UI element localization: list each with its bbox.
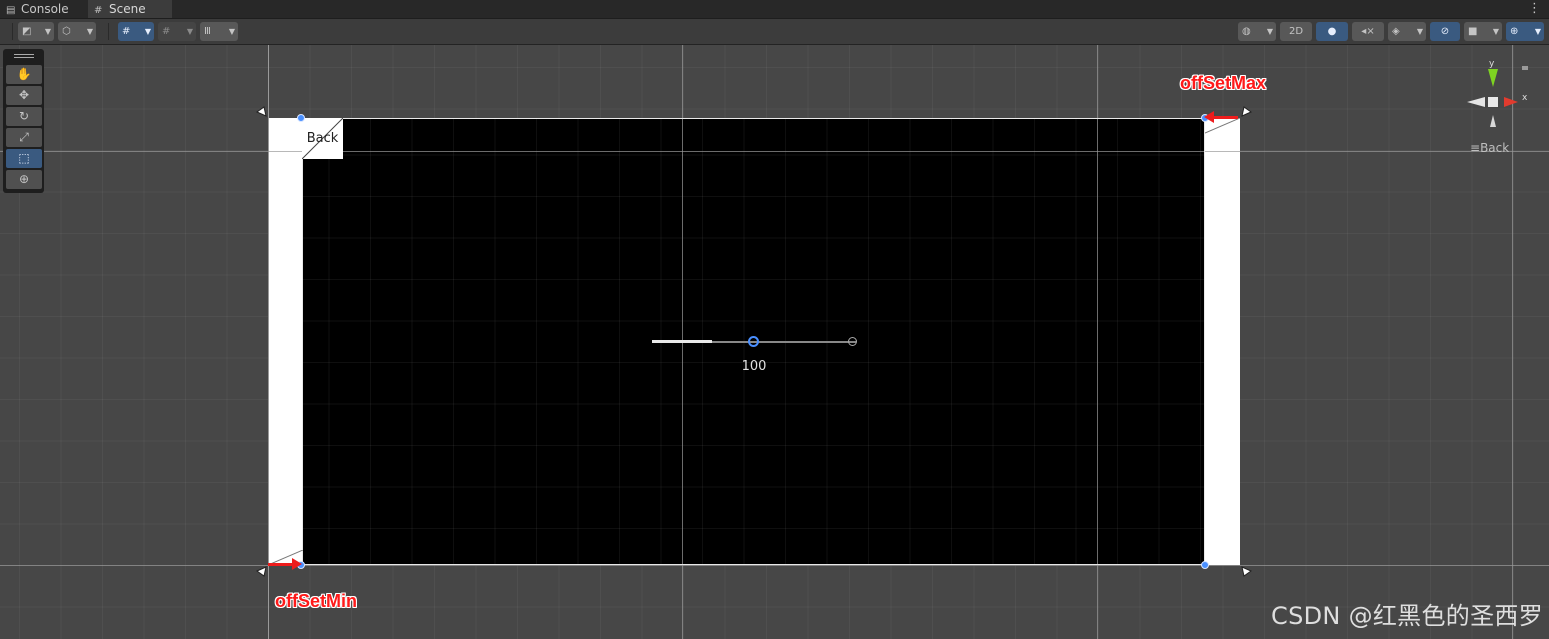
scene-visibility-button[interactable]: ⬡ ▼ [58, 22, 96, 41]
rotate-tool[interactable]: ↻ [6, 107, 42, 126]
rect-transform-icon: ⬚ [18, 151, 30, 165]
tab-console[interactable]: ▤ Console [0, 0, 88, 18]
window-tab-bar: ▤ Console # Scene ⋮ [0, 0, 1549, 19]
arrowhead-left-icon [1204, 111, 1214, 123]
menu-lines-icon: ≡ [1470, 141, 1481, 155]
audio-toggle-button[interactable]: ◂× [1352, 22, 1384, 41]
watermark-text: CSDN @红黑色的圣西罗 [1271, 602, 1543, 630]
globe-icon: ◍ [1242, 26, 1251, 37]
shading-mode-button[interactable]: ◩ ▼ [18, 22, 54, 41]
transform-gizmo-icon: ⊕ [18, 172, 30, 186]
chevron-down-icon: ▼ [1492, 27, 1499, 36]
resize-handle-top-left[interactable] [297, 114, 305, 122]
view-orientation-label[interactable]: ≡Back [1470, 141, 1509, 155]
ruler-snap-button[interactable]: Ⅲ ▼ [200, 22, 238, 41]
lighting-toggle-button[interactable]: ● [1316, 22, 1348, 41]
increment-snap-icon: # [162, 26, 171, 37]
tab-console-label: Console [21, 2, 69, 16]
tab-scene[interactable]: # Scene [88, 0, 172, 18]
rotate-icon: ↻ [18, 109, 30, 123]
hidden-objects-toggle-button[interactable]: ⊘ [1430, 22, 1460, 41]
chevron-down-icon: ▼ [1416, 27, 1423, 36]
hand-tool[interactable]: ✋ [6, 65, 42, 84]
move-arrows-icon: ✥ [18, 88, 30, 102]
scene-viewport[interactable]: Back offSetMax offSetMin 100 ✋ ✥ ↻ ⤢ ⬚ ⊕… [0, 45, 1549, 639]
arrowhead-right-icon [292, 558, 302, 570]
scale-icon: ⤢ [19, 130, 29, 144]
gizmo-icon: ⊕ [1510, 26, 1519, 37]
console-icon: ▤ [6, 5, 16, 16]
eye-slash-icon: ⊘ [1440, 26, 1450, 37]
resize-handle-bottom-right[interactable] [1201, 561, 1209, 569]
audio-muted-icon: ◂× [1361, 26, 1375, 37]
hand-icon: ✋ [16, 67, 32, 81]
lightbulb-icon: ● [1327, 26, 1337, 37]
ruler-icon: Ⅲ [204, 26, 211, 37]
gizmos-button[interactable]: ⊕ ▼ [1506, 22, 1544, 41]
grid-axis-line [0, 565, 1549, 566]
back-button-ui[interactable]: Back [302, 118, 343, 159]
toggle-2d-button[interactable]: 2D [1280, 22, 1312, 41]
lock-icon[interactable] [1522, 66, 1528, 70]
gizmo-x-label: x [1522, 93, 1528, 103]
back-button-text: Back [306, 131, 339, 146]
scene-toolbar: ◩ ▼ ⬡ ▼ # ▼ # ▼ Ⅲ ▼ ◍ ▼ 2D ● ◂× ◈ ▼ ⊘ ■ ▼ ⊕ ▼ [0, 19, 1549, 45]
draw-mode-icon: ◩ [22, 26, 32, 37]
increment-snap-button[interactable]: # ▼ [158, 22, 196, 41]
anchor-bottom-right-icon[interactable] [1240, 565, 1252, 577]
more-options-icon[interactable]: ⋮ [1528, 0, 1541, 18]
chevron-down-icon: ▼ [228, 27, 235, 36]
axis-cones-icon [1467, 69, 1518, 127]
slider-end-handle[interactable] [848, 337, 857, 346]
camera-icon: ■ [1468, 26, 1478, 37]
chevron-down-icon: ▼ [1266, 27, 1273, 36]
transform-tool[interactable]: ⊕ [6, 170, 42, 189]
tab-scene-label: Scene [109, 2, 146, 16]
slider-fill [652, 340, 712, 343]
slider-handle[interactable] [748, 336, 759, 347]
anchor-top-left-icon[interactable] [256, 106, 268, 118]
move-tool[interactable]: ✥ [6, 86, 42, 105]
chevron-down-icon: ▼ [144, 27, 151, 36]
drag-grip-icon[interactable] [14, 54, 34, 55]
tool-palette: ✋ ✥ ↻ ⤢ ⬚ ⊕ [3, 49, 44, 193]
rect-tool[interactable]: ⬚ [6, 149, 42, 168]
orientation-text: Back [1480, 141, 1510, 155]
grid-snap-icon: # [122, 26, 131, 37]
toolbar-separator [108, 23, 109, 40]
offset-min-annotation: offSetMin [275, 591, 357, 611]
offset-max-annotation: offSetMax [1180, 73, 1267, 93]
scale-tool[interactable]: ⤢ [6, 128, 42, 147]
layers-icon: ◈ [1392, 26, 1400, 37]
chevron-down-icon: ▼ [186, 27, 193, 36]
chevron-down-icon: ▼ [1534, 27, 1541, 36]
slider-value-label: 100 [741, 359, 767, 374]
cube-icon: ⬡ [62, 26, 71, 37]
scene-grid-icon: # [94, 5, 103, 16]
chevron-down-icon: ▼ [44, 27, 51, 36]
effects-button[interactable]: ◈ ▼ [1388, 22, 1426, 41]
toolbar-separator [12, 23, 13, 40]
camera-settings-button[interactable]: ■ ▼ [1464, 22, 1502, 41]
anchor-top-right-icon[interactable] [1240, 106, 1252, 118]
grid-snap-button[interactable]: # ▼ [118, 22, 154, 41]
render-mode-button[interactable]: ◍ ▼ [1238, 22, 1276, 41]
chevron-down-icon: ▼ [86, 27, 93, 36]
anchor-bottom-left-icon[interactable] [256, 565, 268, 577]
